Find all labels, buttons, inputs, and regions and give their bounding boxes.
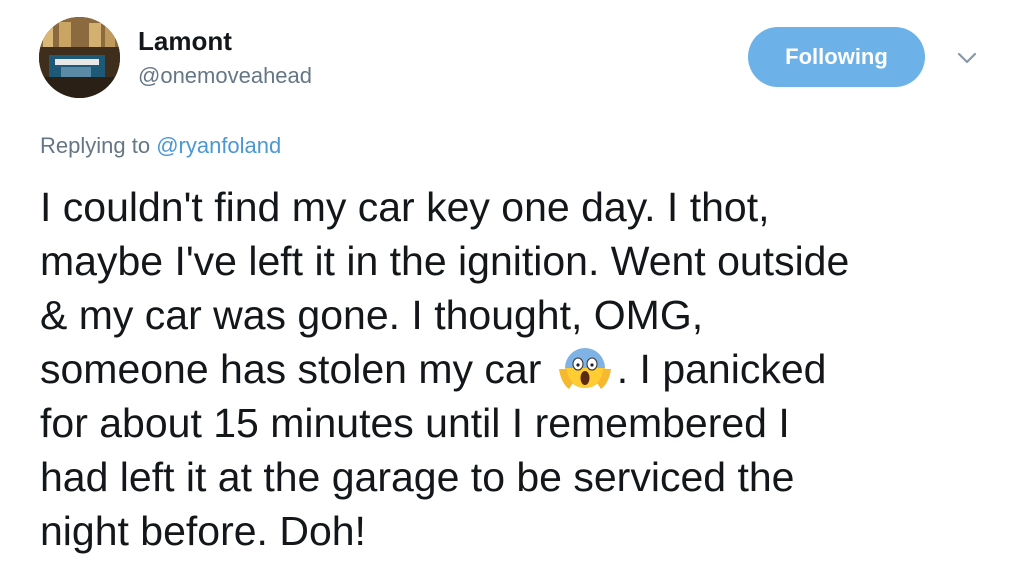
avatar-photo	[39, 17, 120, 98]
tweet-line: night before. Doh!	[40, 508, 366, 554]
tweet-line: & my car was gone. I thought, OMG,	[40, 292, 704, 338]
tweet-line-part: . I panicked	[616, 346, 827, 392]
display-name[interactable]: Lamont	[138, 26, 232, 56]
screaming-face-emoji-icon	[557, 345, 613, 391]
user-handle[interactable]: @onemoveahead	[138, 62, 312, 90]
tweet-card: Lamont @onemoveahead Following Replying …	[0, 0, 1024, 583]
mention-link[interactable]: @ryanfoland	[156, 133, 281, 158]
replying-to: Replying to @ryanfoland	[40, 132, 281, 160]
replying-to-label: Replying to	[40, 133, 157, 158]
tweet-text: I couldn't find my car key one day. I th…	[40, 180, 1000, 558]
following-button[interactable]: Following	[748, 27, 925, 87]
tweet-line: maybe I've left it in the ignition. Went…	[40, 238, 850, 284]
tweet-line: had left it at the garage to be serviced…	[40, 454, 795, 500]
avatar[interactable]	[39, 17, 120, 98]
tweet-line: for about 15 minutes until I remembered …	[40, 400, 790, 446]
tweet-line-with-emoji: someone has stolen my car . I panicked	[40, 342, 1000, 396]
chevron-down-icon[interactable]	[955, 50, 979, 66]
tweet-line-part: someone has stolen my car	[40, 346, 542, 392]
tweet-line: I couldn't find my car key one day. I th…	[40, 184, 770, 230]
